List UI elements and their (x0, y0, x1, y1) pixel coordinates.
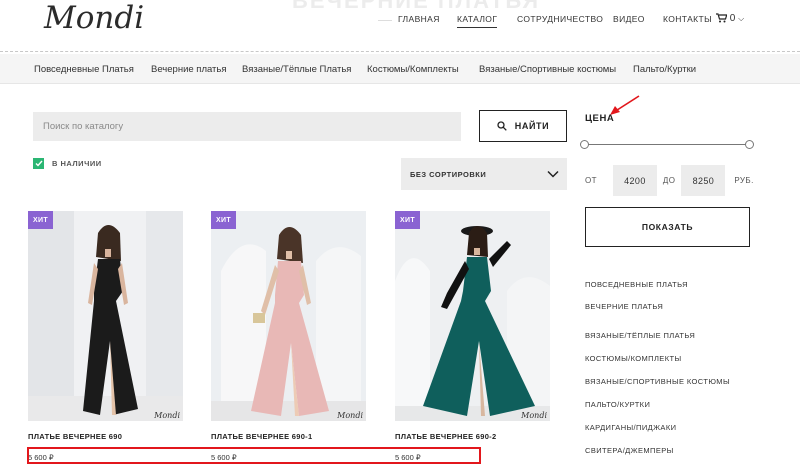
price-min-handle[interactable] (580, 140, 589, 149)
category-suits[interactable]: Костюмы/Комплекты (367, 64, 459, 75)
watermark: Mondi (154, 411, 180, 420)
show-button[interactable]: ПОКАЗАТЬ (585, 207, 750, 247)
site-logo[interactable]: Mondi (44, 0, 144, 36)
price-range-track[interactable] (585, 144, 751, 145)
from-label: ОТ (585, 176, 597, 185)
category-casual-dresses[interactable]: Повседневные Платья (34, 64, 134, 75)
price-range-inputs: ОТ 4200 ДО 8250 РУБ. (585, 165, 754, 196)
category-evening-dresses[interactable]: Вечерние платья (151, 64, 227, 75)
product-name[interactable]: ПЛАТЬЕ ВЕЧЕРНЕЕ 690 (28, 432, 122, 441)
site-header: ВЕЧЕРНИЕ ПЛАТЬЯ Mondi ГЛАВНАЯ КАТАЛОГ СО… (0, 0, 800, 50)
price-max-handle[interactable] (745, 140, 754, 149)
hit-badge: ХИТ (395, 211, 420, 229)
cart-button[interactable]: 0 ⌵ (716, 13, 744, 24)
product-name[interactable]: ПЛАТЬЕ ВЕЧЕРНЕЕ 690-2 (395, 432, 496, 441)
category-sport-suits[interactable]: Вязаные/Спортивные костюмы (479, 64, 616, 75)
hero-title: ВЕЧЕРНИЕ ПЛАТЬЯ (292, 0, 541, 13)
check-icon (35, 160, 43, 167)
hit-badge: ХИТ (211, 211, 236, 229)
search-input[interactable] (33, 112, 461, 141)
watermark: Mondi (521, 411, 547, 420)
chevron-down-icon: ⌵ (738, 14, 745, 23)
price-max-input[interactable]: 8250 (681, 165, 726, 196)
nav-contacts[interactable]: КОНТАКТЫ (663, 14, 712, 24)
hit-badge: ХИТ (28, 211, 53, 229)
sidebar-link-evening-dresses[interactable]: ВЕЧЕРНИЕ ПЛАТЬЯ (585, 302, 663, 311)
currency-label: РУБ. (734, 176, 754, 185)
dress-photo (395, 211, 550, 421)
nav-divider (378, 20, 392, 21)
in-stock-label: В НАЛИЧИИ (52, 159, 102, 168)
in-stock-checkbox[interactable] (33, 158, 44, 169)
dress-photo (211, 211, 366, 421)
category-knitted-dresses[interactable]: Вязаные/Тёплые Платья (242, 64, 351, 75)
dress-photo (28, 211, 183, 421)
category-bar: Повседневные Платья Вечерние платья Вяза… (0, 54, 800, 84)
sidebar-link-casual-dresses[interactable]: ПОВСЕДНЕВНЫЕ ПЛАТЬЯ (585, 280, 688, 289)
sidebar-link-coats[interactable]: ПАЛЬТО/КУРТКИ (585, 400, 650, 409)
header-divider (0, 51, 800, 52)
price-filter-title: ЦЕНА (585, 113, 615, 124)
product-image[interactable]: ХИТ Mondi (28, 211, 183, 421)
search-button-label: НАЙТИ (514, 121, 550, 131)
nav-catalog[interactable]: КАТАЛОГ (457, 14, 498, 28)
sort-select[interactable]: БЕЗ СОРТИРОВКИ (401, 158, 567, 190)
category-coats[interactable]: Пальто/Куртки (633, 64, 696, 75)
cart-count: 0 (729, 13, 736, 24)
sidebar-link-sport-suits[interactable]: ВЯЗАНЫЕ/СПОРТИВНЫЕ КОСТЮМЫ (585, 377, 730, 386)
watermark: Mondi (337, 411, 363, 420)
price-min-input[interactable]: 4200 (612, 165, 657, 196)
product-name[interactable]: ПЛАТЬЕ ВЕЧЕРНЕЕ 690-1 (211, 432, 312, 441)
to-label: ДО (662, 176, 676, 185)
search-icon (497, 121, 507, 131)
sidebar-link-cardigans[interactable]: КАРДИГАНЫ/ПИДЖАКИ (585, 423, 676, 432)
sidebar-link-knitted-dresses[interactable]: ВЯЗАНЫЕ/ТЁПЛЫЕ ПЛАТЬЯ (585, 331, 695, 340)
product-image[interactable]: ХИТ Mondi (211, 211, 366, 421)
sidebar-link-suits[interactable]: КОСТЮМЫ/КОМПЛЕКТЫ (585, 354, 682, 363)
chevron-down-icon (547, 170, 559, 178)
in-stock-filter[interactable]: В НАЛИЧИИ (33, 158, 102, 169)
nav-video[interactable]: ВИДЕО (613, 14, 645, 24)
price-highlight-box (27, 447, 481, 464)
nav-cooperation[interactable]: СОТРУДНИЧЕСТВО (517, 14, 603, 24)
sort-value: БЕЗ СОРТИРОВКИ (410, 169, 487, 179)
search-button[interactable]: НАЙТИ (479, 110, 567, 142)
product-image[interactable]: ХИТ Mondi (395, 211, 550, 421)
cart-icon (716, 13, 728, 23)
nav-home[interactable]: ГЛАВНАЯ (398, 14, 440, 24)
sidebar-link-sweaters[interactable]: СВИТЕРА/ДЖЕМПЕРЫ (585, 446, 674, 455)
